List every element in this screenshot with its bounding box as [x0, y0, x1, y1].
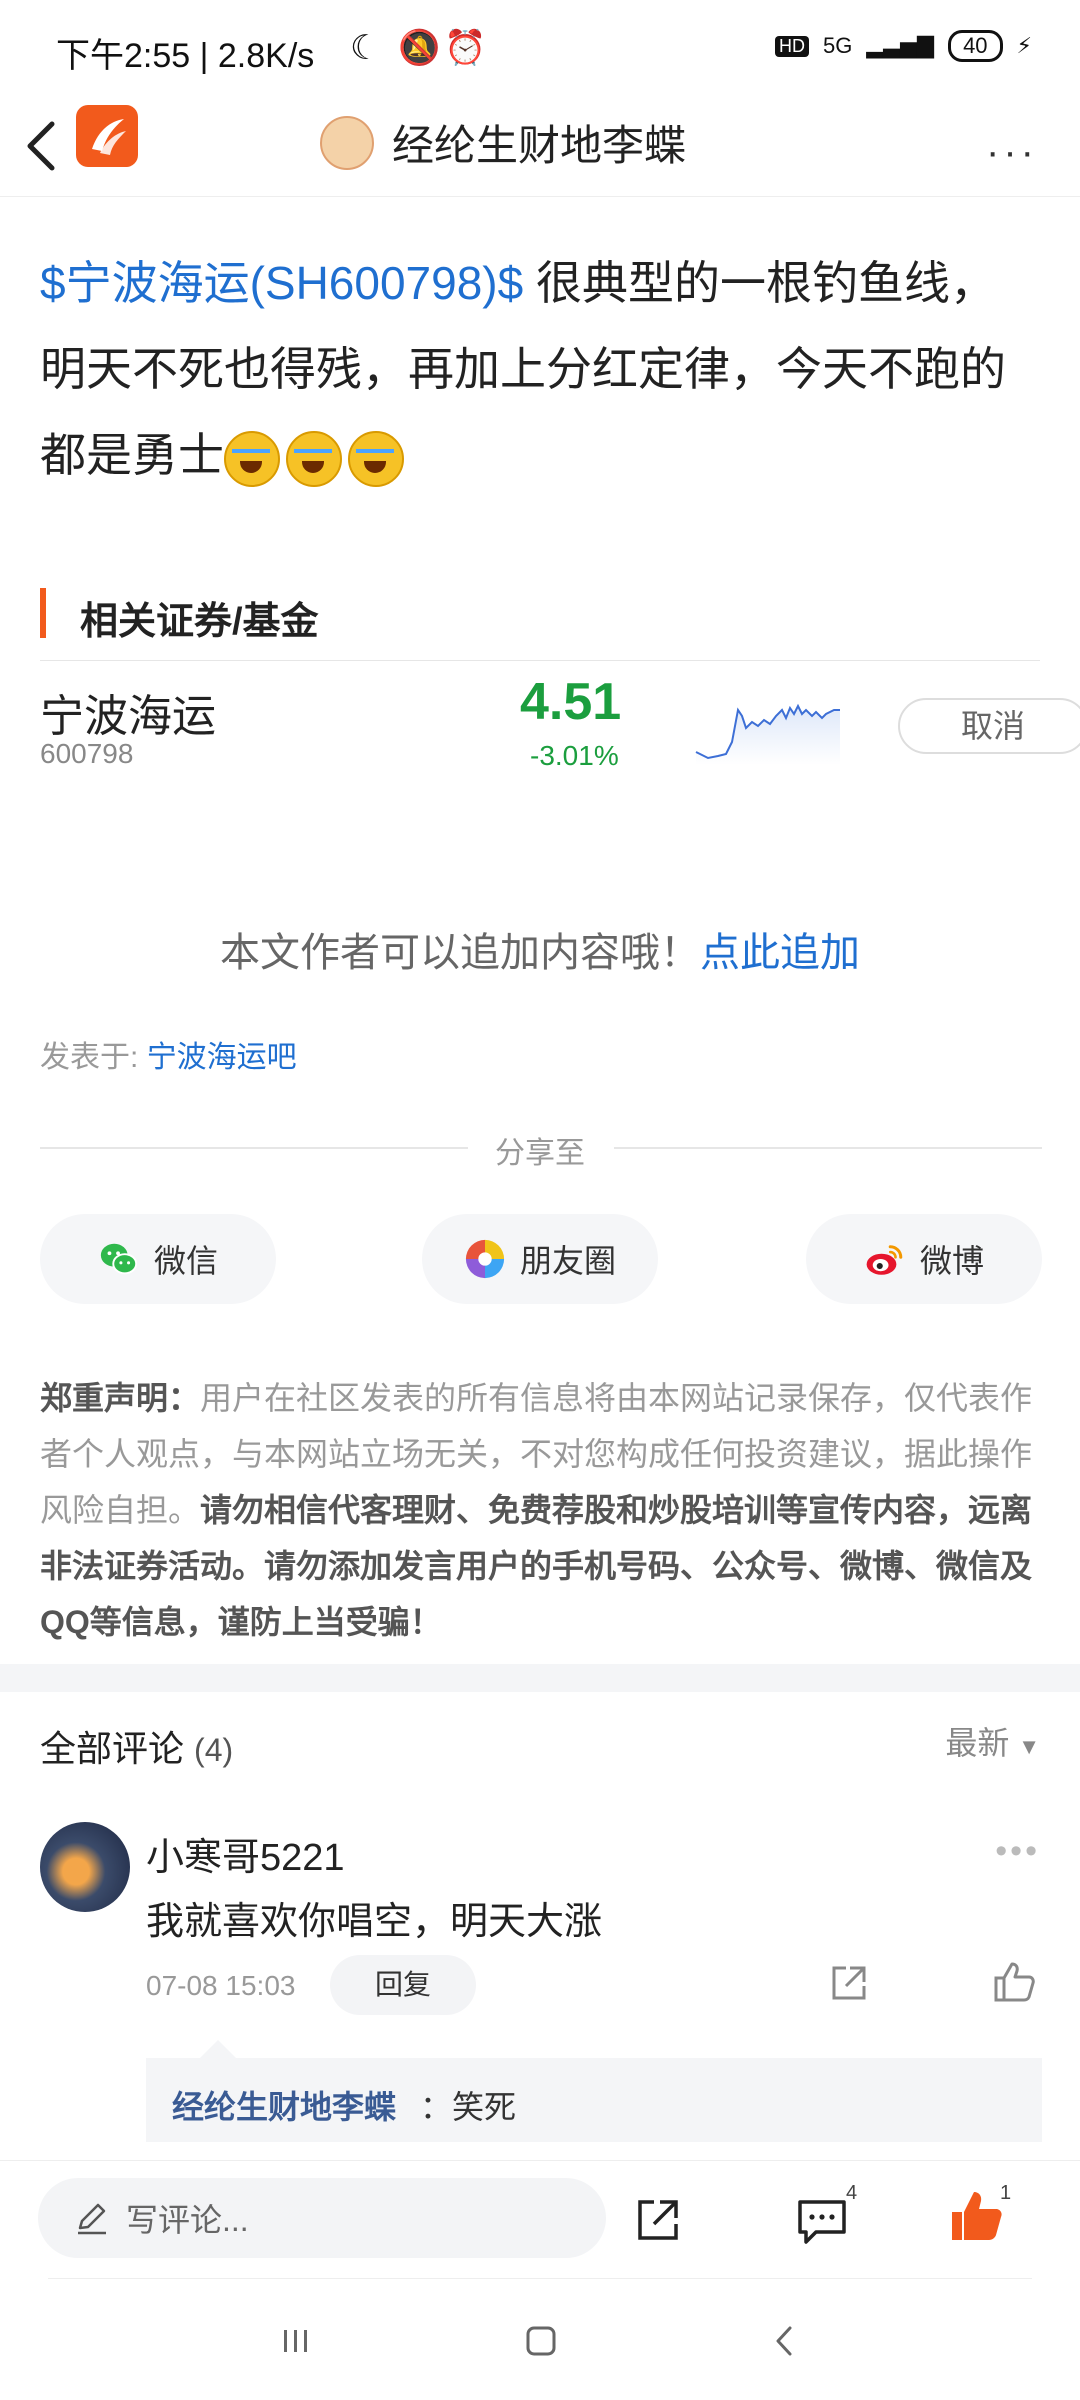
section-marker — [40, 588, 46, 638]
status-right: HD 5G ▂▃▅▇ 40 ⚡ — [775, 30, 1032, 62]
share-wechat-label: 微信 — [153, 1243, 218, 1279]
thumbs-up-icon[interactable] — [992, 1960, 1036, 2004]
divider — [48, 2278, 1032, 2279]
thumbs-up-icon[interactable] — [948, 2188, 1004, 2244]
comment-icon[interactable] — [796, 2196, 848, 2246]
related-securities-title: 相关证券/基金 — [80, 601, 319, 643]
share-weibo-button[interactable]: 微博 — [806, 1214, 1042, 1304]
comments-title-text: 全部评论 — [40, 1728, 185, 1769]
pencil-icon — [78, 2203, 106, 2235]
back-arrow-icon[interactable] — [22, 118, 62, 174]
home-icon[interactable] — [510, 2316, 570, 2366]
section-separator — [0, 1664, 1080, 1692]
avatar[interactable] — [40, 1822, 130, 1912]
share-icon[interactable] — [828, 1962, 870, 2004]
laugh-cry-emoji-icon — [286, 430, 342, 487]
comment-placeholder: 写评论... — [126, 2202, 249, 2238]
append-prompt: 本文作者可以追加内容哦！点此追加 — [0, 920, 1080, 978]
like-count-badge: 1 — [1000, 2182, 1012, 2204]
forum-link[interactable]: 宁波海运吧 — [147, 1041, 297, 1074]
more-options-icon[interactable]: ··· — [986, 130, 1038, 175]
stock-name[interactable]: 宁波海运 — [40, 680, 216, 744]
disclaimer: 郑重声明：用户在社区发表的所有信息将由本网站记录保存，仅代表作者个人观点，与本网… — [40, 1370, 1045, 1650]
charging-icon: ⚡ — [1016, 33, 1032, 58]
share-label: 分享至 — [495, 1137, 585, 1170]
signal-icon: ▂▃▅▇ — [866, 33, 935, 58]
laugh-cry-emoji-icon — [348, 430, 404, 487]
laugh-cry-emoji-icon — [224, 430, 280, 487]
share-wechat-button[interactable]: 微信 — [40, 1214, 276, 1304]
comments-count: (4) — [194, 1732, 234, 1768]
page-title: 经纶生财地李蝶 — [392, 122, 687, 169]
sub-reply-text: ：笑死 — [420, 2089, 517, 2125]
header-title-group[interactable]: 经纶生财地李蝶 — [320, 112, 686, 173]
wechat-icon — [100, 1243, 138, 1275]
append-link[interactable]: 点此追加 — [700, 931, 860, 975]
weibo-icon — [866, 1245, 903, 1275]
stock-price: 4.51 — [520, 673, 622, 731]
divider — [614, 1147, 1042, 1149]
sub-reply-username[interactable]: 经纶生财地李蝶 — [172, 2082, 396, 2128]
divider — [40, 1147, 468, 1149]
caret-down-icon: ▼ — [1018, 1734, 1040, 1759]
append-text: 本文作者可以追加内容哦！ — [220, 931, 700, 975]
sort-label: 最新 — [945, 1725, 1010, 1761]
posted-in-label: 发表于: — [40, 1041, 139, 1074]
stock-tag-link[interactable]: $宁波海运(SH600798)$ — [40, 257, 523, 309]
stock-code: 600798 — [40, 738, 134, 769]
logo-icon — [92, 119, 126, 155]
moon-icon: ☾ — [350, 29, 381, 67]
share-moments-label: 朋友圈 — [519, 1243, 616, 1279]
author-avatar[interactable] — [320, 115, 374, 170]
share-weibo-label: 微博 — [919, 1243, 984, 1279]
comment-text: 我就喜欢你唱空，明天大涨 — [146, 1901, 603, 1943]
back-nav-icon[interactable] — [754, 2316, 814, 2366]
share-moments-button[interactable]: 朋友圈 — [422, 1214, 658, 1304]
unfollow-button[interactable]: 取消 — [898, 698, 1080, 754]
share-icon[interactable] — [634, 2196, 682, 2244]
status-time-speed: 下午2:55 | 2.8K/s — [56, 37, 315, 75]
app-logo[interactable] — [76, 105, 138, 167]
status-bar: 下午2:55 | 2.8K/s ☾ 🔕 ⏰ HD 5G ▂▃▅▇ 40 ⚡ — [0, 0, 1080, 96]
divider — [40, 660, 1040, 661]
stock-sparkline — [695, 703, 840, 765]
comments-title: 全部评论 (4) — [40, 1720, 233, 1772]
post-body: $宁波海运(SH600798)$ 很典型的一根钓鱼线，明天不死也得残，再加上分红… — [40, 240, 1040, 498]
comment-time: 07-08 15:03 — [146, 1970, 296, 2001]
comment-more-icon[interactable]: ••• — [995, 1832, 1040, 1871]
hd-icon: HD — [775, 35, 810, 57]
alarm-icon: ⏰ — [444, 29, 487, 67]
comment-count-badge: 4 — [846, 2182, 858, 2204]
comment-username[interactable]: 小寒哥5221 — [146, 1826, 345, 1881]
reply-button[interactable]: 回复 — [330, 1955, 476, 2015]
battery-icon: 40 — [948, 30, 1003, 62]
subreply-pointer — [200, 2040, 236, 2058]
moments-icon — [465, 1239, 505, 1279]
network-label: 5G — [823, 33, 853, 58]
comment-input[interactable]: 写评论... — [38, 2178, 606, 2258]
recent-apps-icon[interactable] — [266, 2316, 326, 2366]
mute-icon: 🔕 — [398, 29, 441, 67]
disclaimer-title: 郑重声明： — [40, 1380, 201, 1416]
posted-in: 发表于: 宁波海运吧 — [40, 1032, 297, 1076]
stock-change: -3.01% — [530, 740, 619, 771]
sort-dropdown[interactable]: 最新 ▼ — [945, 1718, 1040, 1764]
